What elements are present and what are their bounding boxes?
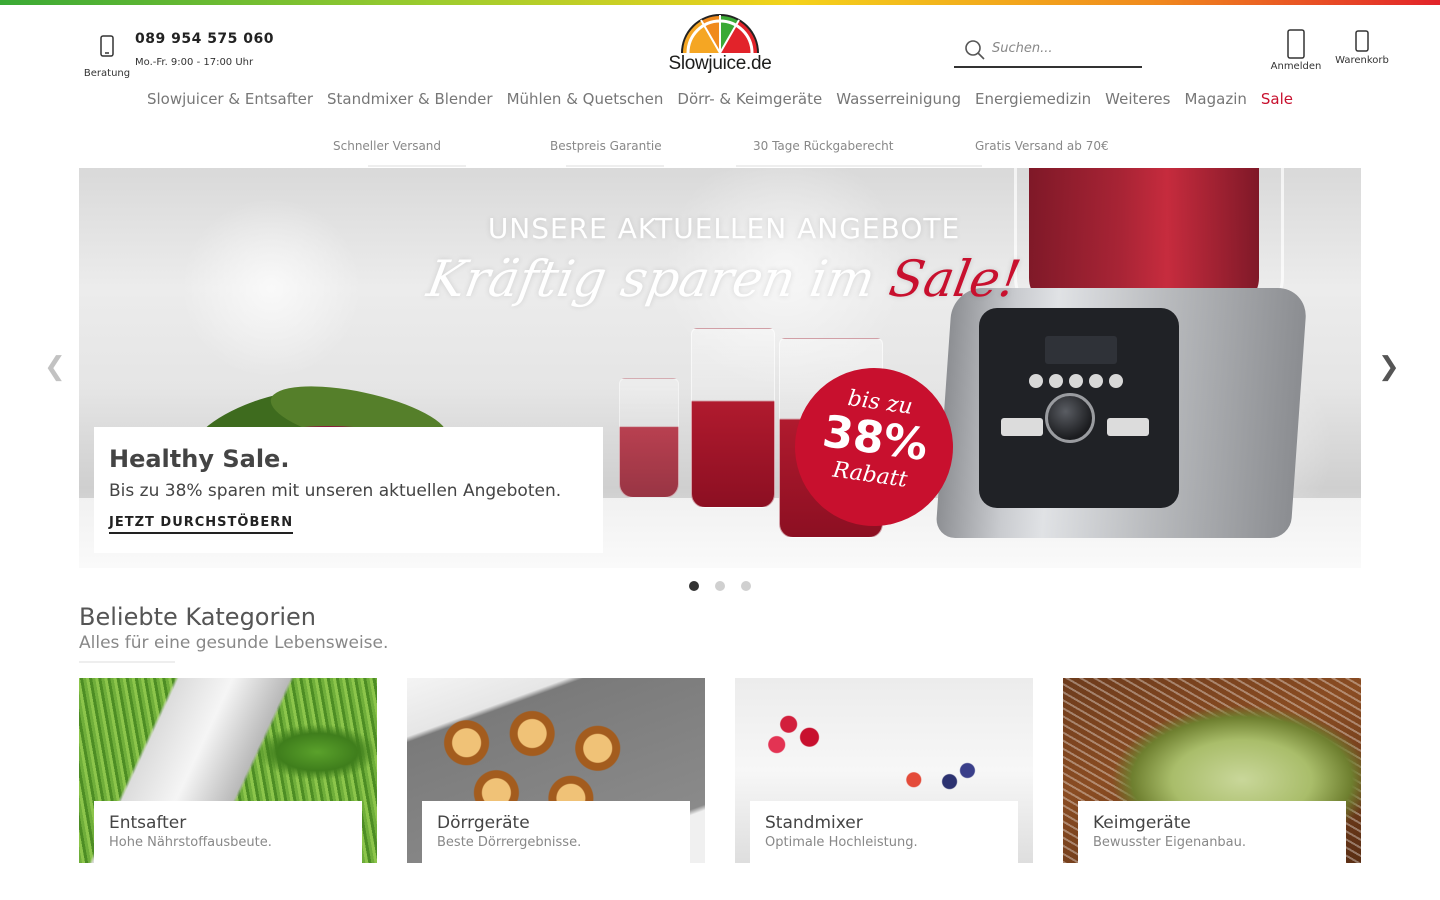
category-caption: Keimgeräte Bewusster Eigenanbau. xyxy=(1078,801,1346,863)
nav-item-sale[interactable]: Sale xyxy=(1261,90,1293,116)
hero-cta-link[interactable]: JETZT DURCHSTÖBERN xyxy=(109,515,294,534)
contact-hours: Mo.-Fr. 9:00 - 17:00 Uhr xyxy=(135,57,254,68)
site-header: Beratung 089 954 575 060 Mo.-Fr. 9:00 - … xyxy=(0,5,1440,81)
category-card-entsafter[interactable]: Entsafter Hohe Nährstoffausbeute. xyxy=(79,678,377,863)
user-icon xyxy=(1287,29,1305,59)
cart-icon xyxy=(1355,30,1369,52)
contact-label: Beratung xyxy=(83,68,131,79)
category-caption: Entsafter Hohe Nährstoffausbeute. xyxy=(94,801,362,863)
categories-divider xyxy=(79,661,175,663)
nav-item-slowjuicer[interactable]: Slowjuicer & Entsafter xyxy=(147,90,313,116)
slider-prev-icon[interactable]: ❮ xyxy=(44,352,66,382)
category-desc: Hohe Nährstoffausbeute. xyxy=(109,835,272,850)
nav-item-magazin[interactable]: Magazin xyxy=(1184,90,1246,116)
phone-icon xyxy=(100,35,114,57)
nav-item-muehlen[interactable]: Mühlen & Quetschen xyxy=(507,90,664,116)
slider-dot-3[interactable] xyxy=(741,581,751,591)
category-card-doerrgeraete[interactable]: Dörrgeräte Beste Dörrergebnisse. xyxy=(407,678,705,863)
category-desc: Optimale Hochleistung. xyxy=(765,835,918,850)
usp-best-price: Bestpreis Garantie xyxy=(550,139,662,153)
categories-heading: Beliebte Kategorien Alles für eine gesun… xyxy=(79,603,388,663)
blender-buttons xyxy=(1029,374,1139,388)
juice-glass xyxy=(691,328,775,508)
hero-script-sale: Sale! xyxy=(884,250,1025,308)
usp-free-shipping: Gratis Versand ab 70€ xyxy=(975,139,1109,153)
usp-return: 30 Tage Rückgaberecht xyxy=(753,139,894,153)
slider-dot-2[interactable] xyxy=(715,581,725,591)
account-label: Anmelden xyxy=(1270,61,1322,72)
cart-button[interactable]: Warenkorb xyxy=(1330,29,1394,66)
hero-slider[interactable]: UNSERE AKTUELLEN ANGEBOTE Kräftig sparen… xyxy=(79,168,1361,568)
category-caption: Standmixer Optimale Hochleistung. xyxy=(750,801,1018,863)
hero-script-text: Kräftig sparen im xyxy=(423,250,896,308)
contact-phone[interactable]: 089 954 575 060 xyxy=(135,31,274,47)
category-caption: Dörrgeräte Beste Dörrergebnisse. xyxy=(422,801,690,863)
usp-bar: Schneller Versand Bestpreis Garantie 30 … xyxy=(0,139,1440,167)
nav-item-doerr-keim[interactable]: Dörr- & Keimgeräte xyxy=(677,90,822,116)
logo-text: Slowjuice.de xyxy=(668,53,772,74)
category-name: Keimgeräte xyxy=(1093,813,1191,833)
search-field[interactable] xyxy=(954,31,1142,68)
contact-block[interactable]: Beratung 089 954 575 060 Mo.-Fr. 9:00 - … xyxy=(79,29,274,80)
hero-card-subtitle: Bis zu 38% sparen mit unseren aktuellen … xyxy=(109,481,562,501)
blender-panel xyxy=(979,308,1179,508)
slider-dot-1[interactable] xyxy=(689,581,699,591)
site-logo[interactable]: Slowjuice.de xyxy=(664,11,776,79)
blender-knob xyxy=(1045,393,1095,443)
search-icon[interactable] xyxy=(964,39,986,61)
usp-divider xyxy=(736,165,982,167)
category-desc: Bewusster Eigenanbau. xyxy=(1093,835,1247,850)
categories-title: Beliebte Kategorien xyxy=(79,603,316,631)
account-button[interactable]: Anmelden xyxy=(1266,29,1326,72)
nav-item-energiemedizin[interactable]: Energiemedizin xyxy=(975,90,1091,116)
hero-headline: UNSERE AKTUELLEN ANGEBOTE xyxy=(487,212,961,245)
blender-pill-button xyxy=(1107,418,1149,436)
hero-card-title: Healthy Sale. xyxy=(109,445,290,473)
logo-icon xyxy=(681,14,759,54)
usp-shipping: Schneller Versand xyxy=(333,139,442,153)
nav-item-standmixer[interactable]: Standmixer & Blender xyxy=(327,90,493,116)
blender-display xyxy=(1045,336,1117,364)
usp-divider xyxy=(566,165,664,167)
slider-dots xyxy=(689,581,751,591)
usp-divider xyxy=(368,165,466,167)
nav-item-weiteres[interactable]: Weiteres xyxy=(1105,90,1170,116)
category-name: Standmixer xyxy=(765,813,863,833)
blender-pill-button xyxy=(1001,418,1043,436)
main-navigation: Slowjuicer & Entsafter Standmixer & Blen… xyxy=(0,90,1440,116)
cart-label: Warenkorb xyxy=(1335,55,1389,66)
search-input[interactable] xyxy=(992,37,1132,59)
category-card-keimgeraete[interactable]: Keimgeräte Bewusster Eigenanbau. xyxy=(1063,678,1361,863)
juice-glass xyxy=(619,378,679,498)
category-card-standmixer[interactable]: Standmixer Optimale Hochleistung. xyxy=(735,678,1033,863)
category-desc: Beste Dörrergebnisse. xyxy=(437,835,582,850)
nav-item-wasserreinigung[interactable]: Wasserreinigung xyxy=(836,90,961,116)
categories-subtitle: Alles für eine gesunde Lebensweise. xyxy=(79,633,389,653)
category-name: Dörrgeräte xyxy=(437,813,530,833)
hero-script-line: Kräftig sparen im Sale! xyxy=(79,250,1361,308)
hero-card: Healthy Sale. Bis zu 38% sparen mit unse… xyxy=(94,427,603,553)
slider-next-icon[interactable]: ❯ xyxy=(1378,352,1400,382)
category-name: Entsafter xyxy=(109,813,187,833)
